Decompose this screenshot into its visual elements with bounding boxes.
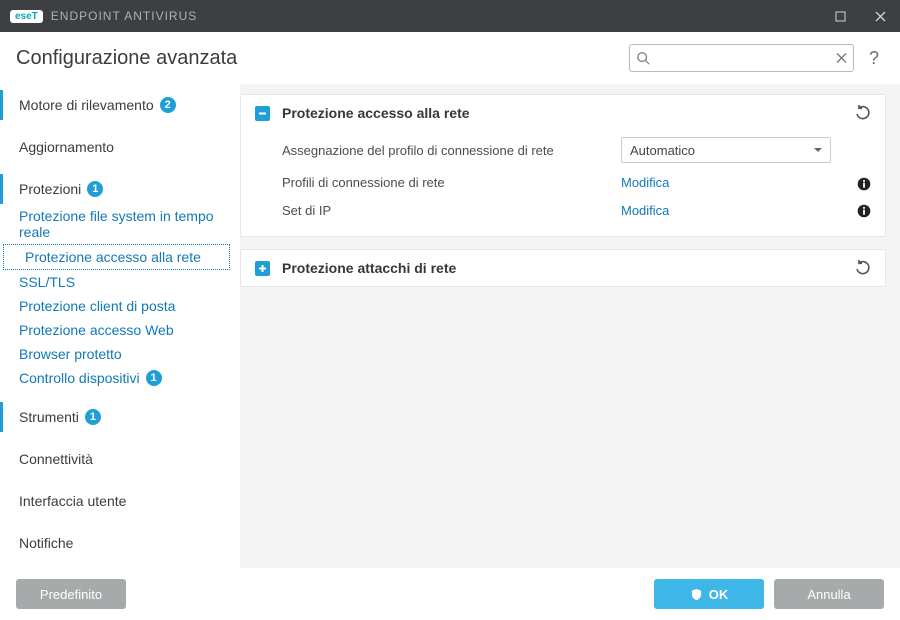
sidebar-item-label: Connettività xyxy=(19,451,93,467)
panel-body-network-access: Assegnazione del profilo di connessione … xyxy=(241,131,885,236)
sidebar-item-realtime-fs[interactable]: Protezione file system in tempo reale xyxy=(0,204,230,244)
undo-icon xyxy=(855,105,871,121)
revert-button[interactable] xyxy=(855,260,871,276)
badge-count: 1 xyxy=(85,409,101,425)
sidebar-item-label: Notifiche xyxy=(19,535,73,551)
sidebar-item-tools[interactable]: Strumenti 1 xyxy=(0,402,230,432)
window-close-button[interactable] xyxy=(860,0,900,32)
sidebar-item-update[interactable]: Aggiornamento xyxy=(0,132,230,162)
panel-title: Protezione accesso alla rete xyxy=(282,105,470,121)
panel-header-network-attack[interactable]: Protezione attacchi di rete xyxy=(241,250,885,286)
sidebar-nav: Motore di rilevamento 2 Aggiornamento Pr… xyxy=(0,84,240,568)
square-icon xyxy=(835,11,846,22)
field-label: Set di IP xyxy=(282,203,611,218)
sidebar-item-label: Controllo dispositivi xyxy=(19,370,140,386)
sidebar-item-label: Protezione accesso Web xyxy=(19,322,174,338)
row-connection-profiles: Profili di connessione di rete Modifica xyxy=(282,169,871,197)
info-button[interactable] xyxy=(841,203,871,219)
info-button[interactable] xyxy=(841,175,871,191)
page-header: Configurazione avanzata ? xyxy=(0,32,900,84)
edit-ip-sets-link[interactable]: Modifica xyxy=(621,203,831,218)
panel-header-network-access[interactable]: Protezione accesso alla rete xyxy=(241,95,885,131)
expand-icon xyxy=(255,261,270,276)
edit-connection-profiles-link[interactable]: Modifica xyxy=(621,175,831,190)
sidebar-item-device-control[interactable]: Controllo dispositivi 1 xyxy=(0,366,230,390)
undo-icon xyxy=(855,260,871,276)
sidebar-item-user-interface[interactable]: Interfaccia utente xyxy=(0,486,230,516)
search-field[interactable] xyxy=(629,44,854,72)
search-clear-button[interactable] xyxy=(836,53,847,64)
info-icon xyxy=(857,204,871,218)
sidebar-item-protected-browser[interactable]: Browser protetto xyxy=(0,342,230,366)
sidebar-item-label: Browser protetto xyxy=(19,346,122,362)
close-icon xyxy=(875,11,886,22)
sidebar-item-protections[interactable]: Protezioni 1 xyxy=(0,174,230,204)
dialog-footer: Predefinito OK Annulla xyxy=(0,568,900,620)
shield-icon xyxy=(690,588,703,601)
info-icon xyxy=(857,177,871,191)
collapse-icon xyxy=(255,106,270,121)
sidebar-item-label: Protezione accesso alla rete xyxy=(25,249,201,265)
page-title: Configurazione avanzata xyxy=(16,47,237,70)
panel-network-attack: Protezione attacchi di rete xyxy=(240,249,886,287)
profile-assignment-select[interactable]: Automatico xyxy=(621,137,831,163)
brand-logo: eseT xyxy=(10,10,43,23)
main-content: Protezione accesso alla rete Assegnazion… xyxy=(240,84,900,568)
sidebar-item-label: Protezione client di posta xyxy=(19,298,175,314)
cancel-button[interactable]: Annulla xyxy=(774,579,884,609)
sidebar-item-connectivity[interactable]: Connettività xyxy=(0,444,230,474)
sidebar-item-network-access[interactable]: Protezione accesso alla rete xyxy=(3,244,230,270)
sidebar-item-label: Aggiornamento xyxy=(19,139,114,155)
brand-product-name: ENDPOINT ANTIVIRUS xyxy=(51,9,197,23)
row-profile-assignment: Assegnazione del profilo di connessione … xyxy=(282,131,871,169)
sidebar-item-detection-engine[interactable]: Motore di rilevamento 2 xyxy=(0,90,230,120)
sidebar-item-label: Strumenti xyxy=(19,409,79,425)
sidebar-item-label: Protezioni xyxy=(19,181,81,197)
badge-count: 1 xyxy=(146,370,162,386)
search-icon xyxy=(636,51,650,65)
sidebar-item-label: SSL/TLS xyxy=(19,274,75,290)
search-input[interactable] xyxy=(656,51,829,66)
select-value: Automatico xyxy=(630,143,695,158)
revert-button[interactable] xyxy=(855,105,871,121)
field-label: Assegnazione del profilo di connessione … xyxy=(282,143,611,158)
sidebar-item-label: Protezione file system in tempo reale xyxy=(19,208,220,240)
window-maximize-button[interactable] xyxy=(820,0,860,32)
panel-title: Protezione attacchi di rete xyxy=(282,260,456,276)
badge-count: 1 xyxy=(87,181,103,197)
ok-button[interactable]: OK xyxy=(654,579,764,609)
row-ip-sets: Set di IP Modifica xyxy=(282,197,871,225)
field-label: Profili di connessione di rete xyxy=(282,175,611,190)
sidebar-item-web-access[interactable]: Protezione accesso Web xyxy=(0,318,230,342)
defaults-button[interactable]: Predefinito xyxy=(16,579,126,609)
panel-network-access: Protezione accesso alla rete Assegnazion… xyxy=(240,94,886,237)
sidebar-item-mail-client[interactable]: Protezione client di posta xyxy=(0,294,230,318)
sidebar-item-label: Motore di rilevamento xyxy=(19,97,154,113)
window-titlebar: eseT ENDPOINT ANTIVIRUS xyxy=(0,0,900,32)
badge-count: 2 xyxy=(160,97,176,113)
sidebar-item-label: Interfaccia utente xyxy=(19,493,126,509)
sidebar-item-ssl-tls[interactable]: SSL/TLS xyxy=(0,270,230,294)
sidebar-item-notifications[interactable]: Notifiche xyxy=(0,528,230,558)
close-icon xyxy=(836,53,847,64)
help-button[interactable]: ? xyxy=(864,48,884,69)
ok-button-label: OK xyxy=(709,587,729,602)
